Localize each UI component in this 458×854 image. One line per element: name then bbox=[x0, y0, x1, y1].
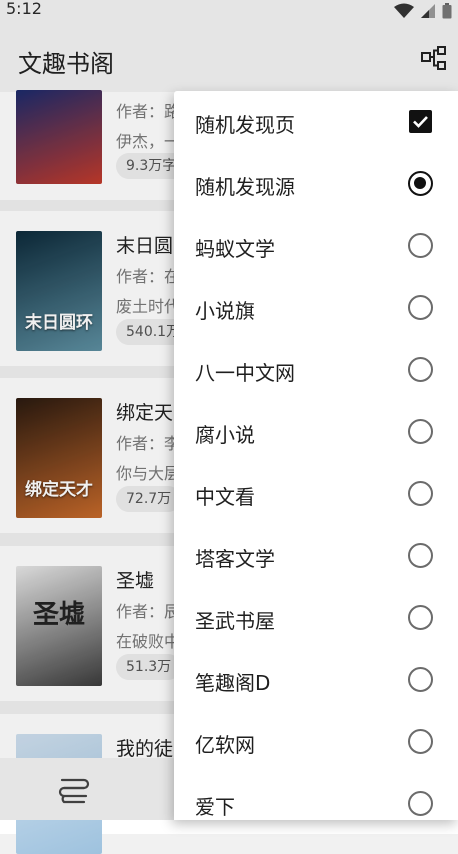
menu-item-label: 八一中文网 bbox=[195, 361, 295, 385]
menu-item-random-discover-source[interactable]: 随机发现源 bbox=[174, 153, 458, 215]
menu-item-control[interactable] bbox=[408, 295, 433, 320]
radio-unchecked-icon bbox=[408, 605, 433, 630]
menu-item-random-discover-page[interactable]: 随机发现页 bbox=[174, 91, 458, 153]
menu-item-control[interactable] bbox=[408, 233, 433, 258]
menu-item-control[interactable] bbox=[408, 791, 433, 816]
menu-item-label: 腐小说 bbox=[195, 423, 255, 447]
menu-item-control[interactable] bbox=[408, 109, 433, 134]
menu-item-source[interactable]: 亿软网 bbox=[174, 711, 458, 773]
menu-item-label: 小说旗 bbox=[195, 299, 255, 323]
radio-unchecked-icon bbox=[408, 419, 433, 444]
menu-item-label: 塔客文学 bbox=[195, 547, 275, 571]
menu-item-source[interactable]: 八一中文网 bbox=[174, 339, 458, 401]
radio-unchecked-icon bbox=[408, 357, 433, 382]
menu-item-source[interactable]: 小说旗 bbox=[174, 277, 458, 339]
menu-item-label: 爱下 bbox=[195, 795, 235, 819]
menu-item-control[interactable] bbox=[408, 171, 433, 196]
radio-unchecked-icon bbox=[408, 729, 433, 754]
menu-item-label: 亿软网 bbox=[195, 733, 255, 757]
radio-unchecked-icon bbox=[408, 295, 433, 320]
menu-item-source[interactable]: 塔客文学 bbox=[174, 525, 458, 587]
menu-item-source[interactable]: 中文看 bbox=[174, 463, 458, 525]
menu-item-source[interactable]: 圣武书屋 bbox=[174, 587, 458, 649]
menu-item-label: 蚂蚁文学 bbox=[195, 237, 275, 261]
radio-unchecked-icon bbox=[408, 233, 433, 258]
menu-item-label: 随机发现页 bbox=[195, 113, 295, 137]
menu-item-control[interactable] bbox=[408, 543, 433, 568]
menu-item-label: 圣武书屋 bbox=[195, 609, 275, 633]
menu-item-control[interactable] bbox=[408, 481, 433, 506]
menu-item-label: 随机发现源 bbox=[195, 175, 295, 199]
menu-item-source[interactable]: 蚂蚁文学 bbox=[174, 215, 458, 277]
menu-item-control[interactable] bbox=[408, 729, 433, 754]
source-dropdown-menu: 随机发现页 随机发现源 蚂蚁文学 小说旗 八一中文网 腐小说 中文看 塔客文学 … bbox=[174, 91, 458, 820]
menu-item-source[interactable]: 爱下 bbox=[174, 773, 458, 820]
radio-unchecked-icon bbox=[408, 791, 433, 816]
menu-item-label: 中文看 bbox=[195, 485, 255, 509]
radio-unchecked-icon bbox=[408, 543, 433, 568]
radio-unchecked-icon bbox=[408, 481, 433, 506]
menu-item-control[interactable] bbox=[408, 357, 433, 382]
checkbox-checked-icon bbox=[409, 110, 432, 133]
menu-item-control[interactable] bbox=[408, 605, 433, 630]
menu-item-control[interactable] bbox=[408, 667, 433, 692]
menu-item-source[interactable]: 笔趣阁D bbox=[174, 649, 458, 711]
menu-item-control[interactable] bbox=[408, 419, 433, 444]
radio-checked-icon bbox=[408, 171, 433, 196]
radio-unchecked-icon bbox=[408, 667, 433, 692]
menu-item-label: 笔趣阁D bbox=[195, 671, 271, 695]
menu-item-source[interactable]: 腐小说 bbox=[174, 401, 458, 463]
